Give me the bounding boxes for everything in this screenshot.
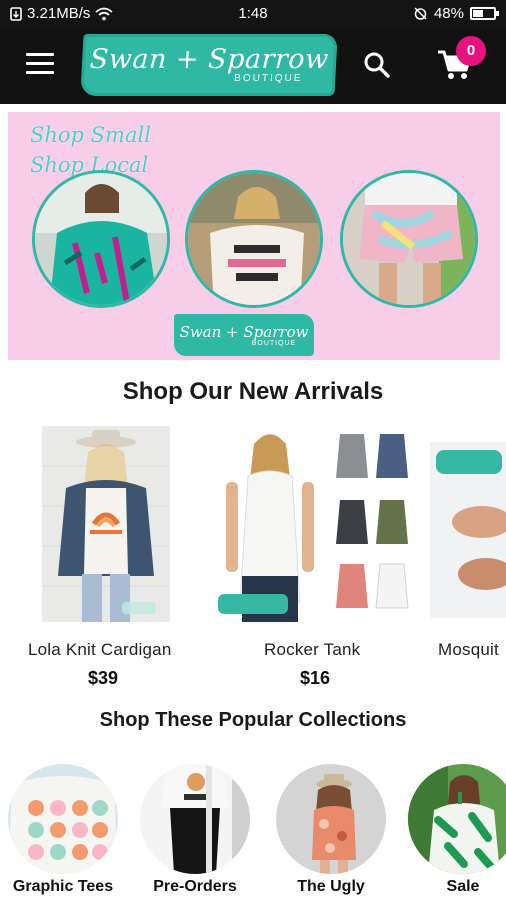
status-right: 48% [413, 5, 499, 22]
product-name[interactable]: Lola Knit Cardigan [28, 640, 171, 660]
collection-image[interactable] [140, 764, 250, 874]
collection-image[interactable] [8, 764, 118, 874]
new-arrivals-title: Shop Our New Arrivals [122, 378, 384, 405]
collection-label[interactable]: Sale [406, 878, 506, 896]
product-price: $39 [88, 668, 119, 688]
logo-wordmark: Swan + Sparrow [88, 44, 330, 75]
hero-banner[interactable]: Shop Small Shop Local Swan + Sparrow BOU… [8, 112, 500, 360]
product-name[interactable]: Mosquit [438, 640, 499, 660]
collection-the-ugly[interactable]: The Ugly [274, 764, 388, 895]
search-icon[interactable] [362, 50, 392, 80]
collection-label[interactable]: The Ugly [274, 878, 388, 896]
collection-pre-orders[interactable]: Pre-Orders [138, 764, 252, 895]
hero-photo-graphic-tee [185, 170, 323, 308]
collection-image[interactable] [408, 764, 506, 874]
collection-sale[interactable]: Sale [406, 764, 506, 895]
status-bar: 3.21MB/s 1:48 48% [0, 0, 506, 28]
app-header: Swan + Sparrow BOUTIQUE [0, 28, 506, 104]
battery-icon [470, 7, 499, 20]
product-image[interactable] [42, 426, 170, 622]
hero-photo-shorts [340, 170, 478, 308]
product-image[interactable] [430, 442, 506, 618]
hero-brand-logo: Swan + Sparrow BOUTIQUE [174, 314, 314, 356]
product-name[interactable]: Rocker Tank [264, 640, 360, 660]
cart-count-badge[interactable]: 0 [456, 36, 486, 66]
alarm-off-icon [414, 7, 427, 20]
hamburger-menu-icon[interactable] [26, 53, 54, 75]
hero-photo-kimono [32, 170, 170, 308]
collection-label[interactable]: Graphic Tees [6, 878, 120, 896]
logo-subtext: BOUTIQUE [233, 73, 303, 84]
collection-graphic-tees[interactable]: Graphic Tees [6, 764, 120, 895]
hero-logo-subtext: BOUTIQUE [251, 339, 297, 347]
collections-title: Shop These Popular Collections [99, 709, 407, 731]
brand-logo[interactable]: Swan + Sparrow BOUTIQUE [80, 34, 338, 96]
hero-logo-wordmark: Swan + Sparrow [179, 322, 309, 341]
collection-label[interactable]: Pre-Orders [138, 878, 252, 896]
collection-image[interactable] [276, 764, 386, 874]
product-price: $16 [300, 668, 331, 688]
product-image[interactable] [218, 426, 414, 622]
battery-percent: 48% [433, 5, 464, 22]
